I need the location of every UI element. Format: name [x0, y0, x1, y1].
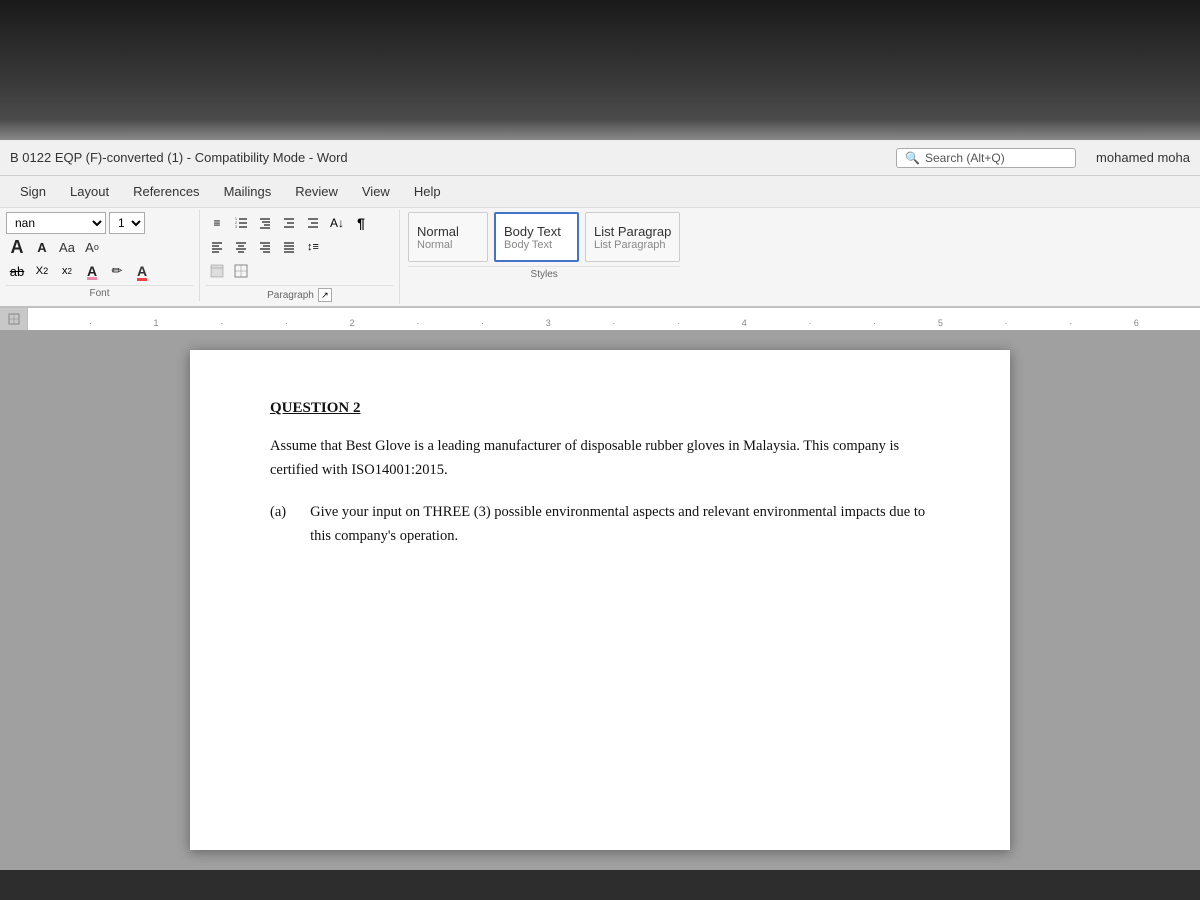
- paragraph-group-label: Paragraph ↗: [206, 285, 393, 302]
- subscript-button[interactable]: X2: [31, 260, 53, 282]
- ruler-mark: 1: [154, 318, 159, 328]
- styles-group-label: Styles: [408, 266, 680, 280]
- style-body-text-preview: Body Text: [504, 224, 561, 239]
- style-normal-label: Normal: [417, 239, 452, 251]
- ruler-mark: ·: [220, 318, 223, 328]
- menu-bar: Sign Layout References Mailings Review V…: [0, 176, 1200, 208]
- menu-references[interactable]: References: [123, 180, 209, 203]
- ruler-mark: 6: [1134, 318, 1139, 328]
- font-size-decrease-button[interactable]: A: [31, 236, 53, 258]
- menu-layout[interactable]: Layout: [60, 180, 119, 203]
- ruler-mark: 3: [546, 318, 551, 328]
- ruler-marks: · 1 · · 2 · · 3 · · 4 · · 5 · · 6: [28, 318, 1200, 328]
- menu-sign[interactable]: Sign: [10, 180, 56, 203]
- show-formatting-button[interactable]: ¶: [350, 212, 372, 234]
- style-body-text-button[interactable]: Body Text Body Text: [494, 212, 579, 262]
- search-placeholder: Search (Alt+Q): [925, 151, 1005, 165]
- decrease-indent-button[interactable]: [278, 212, 300, 234]
- search-box[interactable]: 🔍 Search (Alt+Q): [896, 148, 1076, 168]
- menu-mailings[interactable]: Mailings: [214, 180, 282, 203]
- ruler-mark: ·: [285, 318, 288, 328]
- document-area: QUESTION 2 Assume that Best Glove is a l…: [0, 330, 1200, 870]
- shading-button[interactable]: [206, 260, 228, 282]
- ruler-mark: 5: [938, 318, 943, 328]
- question2-heading: QUESTION 2: [270, 400, 930, 417]
- line-spacing-button[interactable]: ↕≡: [302, 236, 324, 258]
- ruler-mark: ·: [1069, 318, 1072, 328]
- ruler-mark: 2: [350, 318, 355, 328]
- menu-review[interactable]: Review: [285, 180, 348, 203]
- part-a-text[interactable]: Give your input on THREE (3) possible en…: [310, 501, 930, 549]
- document-page[interactable]: QUESTION 2 Assume that Best Glove is a l…: [190, 350, 1010, 850]
- text-color-button[interactable]: A: [131, 260, 153, 282]
- ruler-track: · 1 · · 2 · · 3 · · 4 · · 5 · · 6: [28, 308, 1200, 330]
- font-name-dropdown[interactable]: nan: [6, 212, 106, 234]
- ruler-mark: ·: [873, 318, 876, 328]
- strikethrough-button[interactable]: ab: [6, 260, 28, 282]
- ruler-mark: 4: [742, 318, 747, 328]
- intro-paragraph[interactable]: Assume that Best Glove is a leading manu…: [270, 435, 930, 483]
- ruler-mark: ·: [1005, 318, 1008, 328]
- align-left-button[interactable]: [206, 236, 228, 258]
- sort-button[interactable]: A↓: [326, 212, 348, 234]
- user-name: mohamed moha: [1096, 150, 1190, 165]
- font-group-label: Font: [6, 285, 193, 299]
- ruler-mark: ·: [416, 318, 419, 328]
- part-a-container: (a) Give your input on THREE (3) possibl…: [270, 501, 930, 549]
- align-right-button[interactable]: [254, 236, 276, 258]
- style-list-paragraph-button[interactable]: List Paragrap List Paragraph: [585, 212, 680, 262]
- style-normal-preview: Normal: [417, 224, 459, 239]
- ruler: · 1 · · 2 · · 3 · · 4 · · 5 · · 6: [0, 308, 1200, 330]
- ruler-mark: ·: [677, 318, 680, 328]
- style-body-text-label: Body Text: [504, 239, 552, 251]
- ruler-mark: ·: [808, 318, 811, 328]
- ruler-mark-1: ·: [89, 318, 92, 328]
- title-bar: B 0122 EQP (F)-converted (1) - Compatibi…: [0, 140, 1200, 176]
- style-normal-button[interactable]: Normal Normal: [408, 212, 488, 262]
- search-icon: 🔍: [905, 151, 920, 165]
- paragraph-expand-button[interactable]: ↗: [318, 288, 332, 302]
- font-size-dropdown[interactable]: 12: [109, 212, 145, 234]
- font-section: nan 12 A A Aa Ao ab X2 x2: [0, 210, 200, 301]
- svg-text:3: 3: [235, 225, 237, 229]
- highlight-color-button[interactable]: ✏: [106, 260, 128, 282]
- superscript-button[interactable]: x2: [56, 260, 78, 282]
- justify-button[interactable]: [278, 236, 300, 258]
- style-list-para-preview: List Paragrap: [594, 224, 671, 239]
- top-background: [0, 0, 1200, 140]
- increase-indent-button[interactable]: [302, 212, 324, 234]
- document-title: B 0122 EQP (F)-converted (1) - Compatibi…: [10, 150, 876, 165]
- document-content: QUESTION 2 Assume that Best Glove is a l…: [270, 400, 930, 549]
- bullets-button[interactable]: ≡: [206, 212, 228, 234]
- numbered-list-button[interactable]: 123: [230, 212, 252, 234]
- font-color-button[interactable]: A: [81, 260, 103, 282]
- menu-help[interactable]: Help: [404, 180, 451, 203]
- multilevel-list-button[interactable]: [254, 212, 276, 234]
- align-center-button[interactable]: [230, 236, 252, 258]
- styles-section: Normal Normal Body Text Body Text List P…: [400, 210, 688, 282]
- borders-button[interactable]: [230, 260, 252, 282]
- paragraph-section: ≡ 123 A↓ ¶: [200, 210, 400, 304]
- menu-view[interactable]: View: [352, 180, 400, 203]
- ruler-corner[interactable]: [0, 308, 28, 330]
- change-case-button[interactable]: Aa: [56, 236, 78, 258]
- part-a-label: (a): [270, 501, 286, 549]
- font-size-increase-button[interactable]: A: [6, 236, 28, 258]
- ruler-mark: ·: [612, 318, 615, 328]
- style-list-para-label: List Paragraph: [594, 239, 666, 251]
- clear-formatting-button[interactable]: Ao: [81, 236, 103, 258]
- ribbon: nan 12 A A Aa Ao ab X2 x2: [0, 208, 1200, 308]
- ruler-mark: ·: [481, 318, 484, 328]
